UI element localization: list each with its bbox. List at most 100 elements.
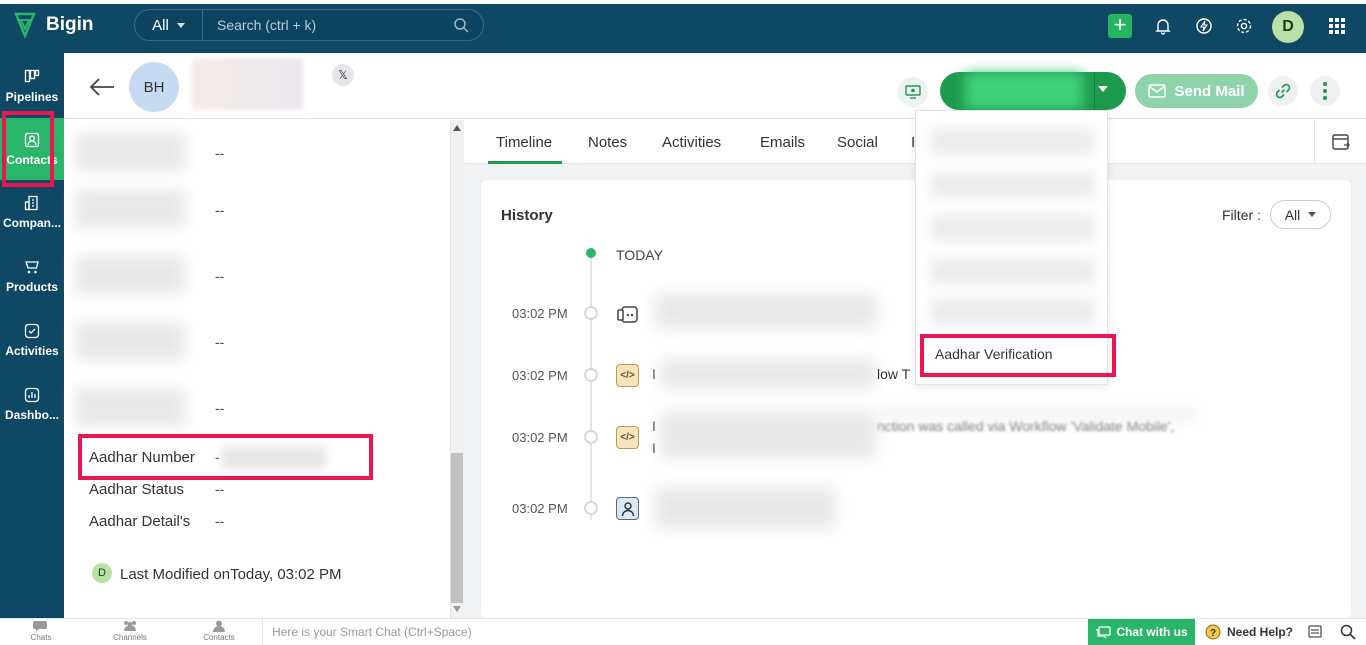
screen-share-icon[interactable]	[898, 77, 928, 107]
timeline-entry-text-redacted	[660, 360, 876, 388]
nav-label: Products	[5, 279, 58, 294]
field-value: --	[215, 334, 225, 350]
nav-item-products[interactable]: Products	[0, 245, 64, 307]
nav-label: Dashbo...	[4, 407, 59, 422]
contact-name-redacted	[192, 58, 303, 110]
mail-icon	[1148, 84, 1167, 98]
chat-bubble-icon	[616, 303, 639, 326]
history-filter-dropdown[interactable]: All	[1270, 200, 1331, 229]
timeline-entry-text-end: low T	[877, 366, 911, 382]
contact-avatar: BH	[129, 62, 179, 112]
caret-down-icon[interactable]	[1098, 86, 1108, 92]
timeline-entry-marker	[584, 501, 598, 515]
field-label-redacted	[75, 388, 185, 426]
dropdown-item-redacted[interactable]	[930, 215, 1095, 241]
field-label-redacted	[75, 256, 185, 294]
timeline-entry-time: 03:02 PM	[512, 368, 568, 383]
dropdown-item-redacted[interactable]	[930, 172, 1095, 198]
search-filter-dropdown[interactable]: All	[135, 10, 203, 40]
bigin-logo-icon	[14, 12, 36, 38]
customize-tabs-icon[interactable]	[1314, 120, 1366, 164]
code-icon: </>	[616, 426, 639, 449]
bottom-channels-button[interactable]: Channels	[105, 620, 155, 642]
details-scrollbar-thumb[interactable]	[451, 453, 463, 603]
create-new-button[interactable]: +	[1108, 14, 1132, 38]
scroll-up-arrow-icon[interactable]	[453, 125, 461, 131]
help-icon: ?	[1205, 624, 1221, 640]
products-icon	[25, 260, 39, 273]
tab-notes[interactable]: Notes	[588, 134, 627, 151]
timeline-entry-text-redacted	[882, 410, 1198, 420]
tab-activities[interactable]: Activities	[662, 134, 721, 151]
app-logo[interactable]: Bigin	[14, 12, 94, 38]
back-arrow-icon[interactable]	[88, 76, 116, 103]
apps-grid-icon[interactable]	[1325, 14, 1349, 38]
timeline-entry-marker	[584, 430, 598, 444]
bottom-contacts-label: Contacts	[203, 633, 235, 642]
dropdown-item-redacted[interactable]	[930, 128, 1095, 154]
code-icon: </>	[616, 364, 639, 387]
timeline-entry-text-redacted	[655, 488, 835, 528]
x-social-icon[interactable]: 𝕏	[332, 64, 354, 86]
nav-label: Pipelines	[5, 89, 59, 104]
marketplace-icon[interactable]	[1192, 14, 1216, 38]
nav-item-dashboards[interactable]: Dashbo...	[0, 373, 64, 435]
nav-item-contacts[interactable]: Contacts	[0, 118, 64, 180]
timeline-entry-text-redacted	[655, 294, 877, 328]
user-avatar[interactable]: D	[1272, 11, 1304, 43]
timeline-entry-time: 03:02 PM	[512, 430, 568, 445]
contacts-icon	[213, 620, 225, 632]
chat-with-us-button[interactable]: Chat with us	[1088, 619, 1195, 645]
smart-chat-input[interactable]: Here is your Smart Chat (Ctrl+Space)	[262, 618, 1088, 645]
nav-item-companies[interactable]: Compan...	[0, 181, 64, 243]
scroll-down-arrow-icon[interactable]	[453, 606, 461, 612]
global-search[interactable]: All	[134, 9, 484, 41]
send-mail-label: Send Mail	[1174, 82, 1245, 100]
notifications-bell-icon[interactable]	[1151, 14, 1175, 38]
app-name: Bigin	[46, 14, 94, 35]
field-value: --	[215, 202, 225, 218]
field-value: --	[215, 268, 225, 284]
search-icon[interactable]	[454, 17, 469, 33]
activities-icon	[24, 323, 40, 338]
last-modified-text: Last Modified onToday, 03:02 PM	[120, 566, 342, 583]
bottom-search-icon[interactable]	[1340, 624, 1356, 645]
last-modified-avatar: D	[92, 563, 112, 583]
aadhar-details-label: Aadhar Detail's	[89, 513, 191, 530]
link-icon[interactable]	[1268, 76, 1298, 106]
bottom-chats-button[interactable]: Chats	[16, 620, 66, 642]
channels-icon	[124, 621, 136, 631]
nav-label: Compan...	[2, 215, 61, 230]
feedback-icon[interactable]	[1307, 624, 1323, 644]
send-mail-button[interactable]: Send Mail	[1135, 74, 1258, 108]
nav-item-pipelines[interactable]: Pipelines	[0, 55, 64, 117]
chat-bubble-icon	[1096, 625, 1111, 638]
bottom-contacts-button[interactable]: Contacts	[194, 620, 244, 642]
tab-emails[interactable]: Emails	[760, 134, 805, 151]
tab-social[interactable]: Social	[837, 134, 878, 151]
aadhar-number-value-redacted	[222, 447, 326, 469]
need-help-label: Need Help?	[1227, 625, 1294, 639]
settings-gear-icon[interactable]	[1232, 14, 1256, 38]
dropdown-item-redacted[interactable]	[930, 298, 1095, 324]
more-options-icon[interactable]	[1310, 76, 1340, 106]
timeline-entry-marker	[584, 368, 598, 382]
active-tab-indicator	[488, 161, 562, 164]
nav-item-activities[interactable]: Activities	[0, 309, 64, 371]
tab-timeline[interactable]: Timeline	[496, 134, 552, 151]
last-modified-value: Today, 03:02 PM	[230, 566, 342, 583]
field-value: --	[215, 145, 225, 161]
search-filter-value: All	[152, 16, 169, 34]
dropdown-item-aadhar-verification[interactable]: Aadhar Verification	[920, 336, 1110, 372]
need-help-button[interactable]: ? Need Help?	[1205, 619, 1293, 645]
timeline-entry-text-end: nction was called via Workflow 'Validate…	[877, 418, 1175, 434]
nav-label: Contacts	[6, 152, 58, 167]
history-filter-value: All	[1284, 206, 1301, 223]
dropdown-item-redacted[interactable]	[930, 258, 1095, 284]
primary-action-label-redacted	[965, 72, 1083, 110]
dashboards-icon	[24, 387, 40, 402]
user-icon	[616, 497, 639, 520]
timeline-entry-text-start: I	[652, 366, 656, 382]
search-input[interactable]	[203, 17, 454, 33]
filter-label: Filter :	[1222, 207, 1261, 223]
